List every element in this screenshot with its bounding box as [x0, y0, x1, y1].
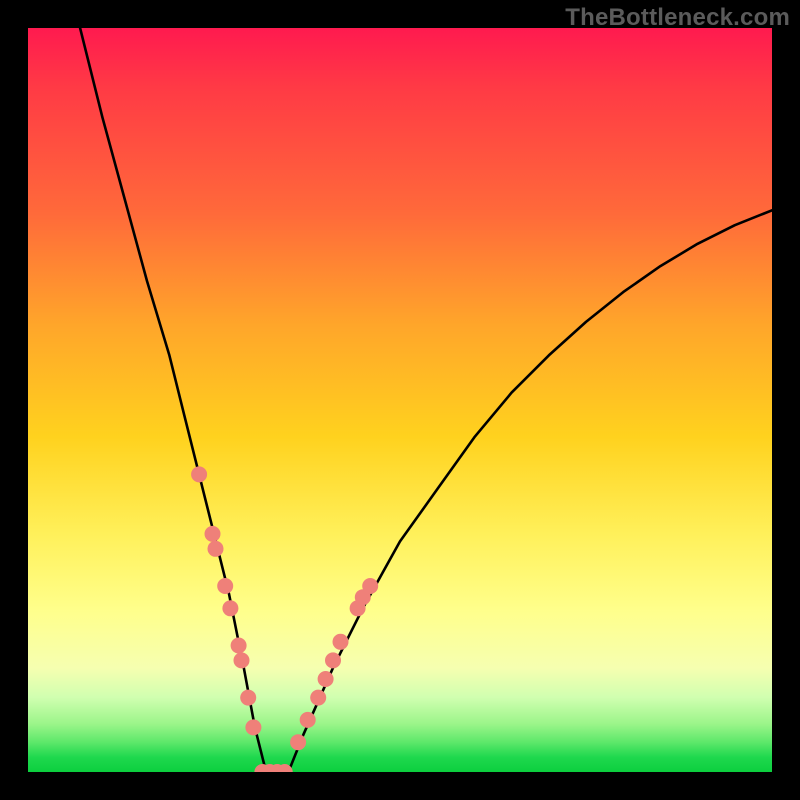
highlight-dot — [222, 600, 238, 616]
curve-svg — [28, 28, 772, 772]
bottleneck-curve — [80, 28, 772, 772]
highlight-dot — [290, 734, 306, 750]
highlight-dot — [234, 652, 250, 668]
highlight-dot — [318, 671, 334, 687]
highlight-dot — [300, 712, 316, 728]
highlight-dot — [217, 578, 233, 594]
highlight-dots-group — [191, 466, 378, 772]
highlight-dot — [325, 652, 341, 668]
highlight-dot — [240, 690, 256, 706]
highlight-dot — [310, 690, 326, 706]
highlight-dot — [333, 634, 349, 650]
highlight-dot — [208, 541, 224, 557]
highlight-dot — [205, 526, 221, 542]
highlight-dot — [245, 719, 261, 735]
chart-frame: TheBottleneck.com — [0, 0, 800, 800]
plot-area — [28, 28, 772, 772]
highlight-dot — [191, 466, 207, 482]
highlight-dot — [362, 578, 378, 594]
highlight-dot — [231, 638, 247, 654]
